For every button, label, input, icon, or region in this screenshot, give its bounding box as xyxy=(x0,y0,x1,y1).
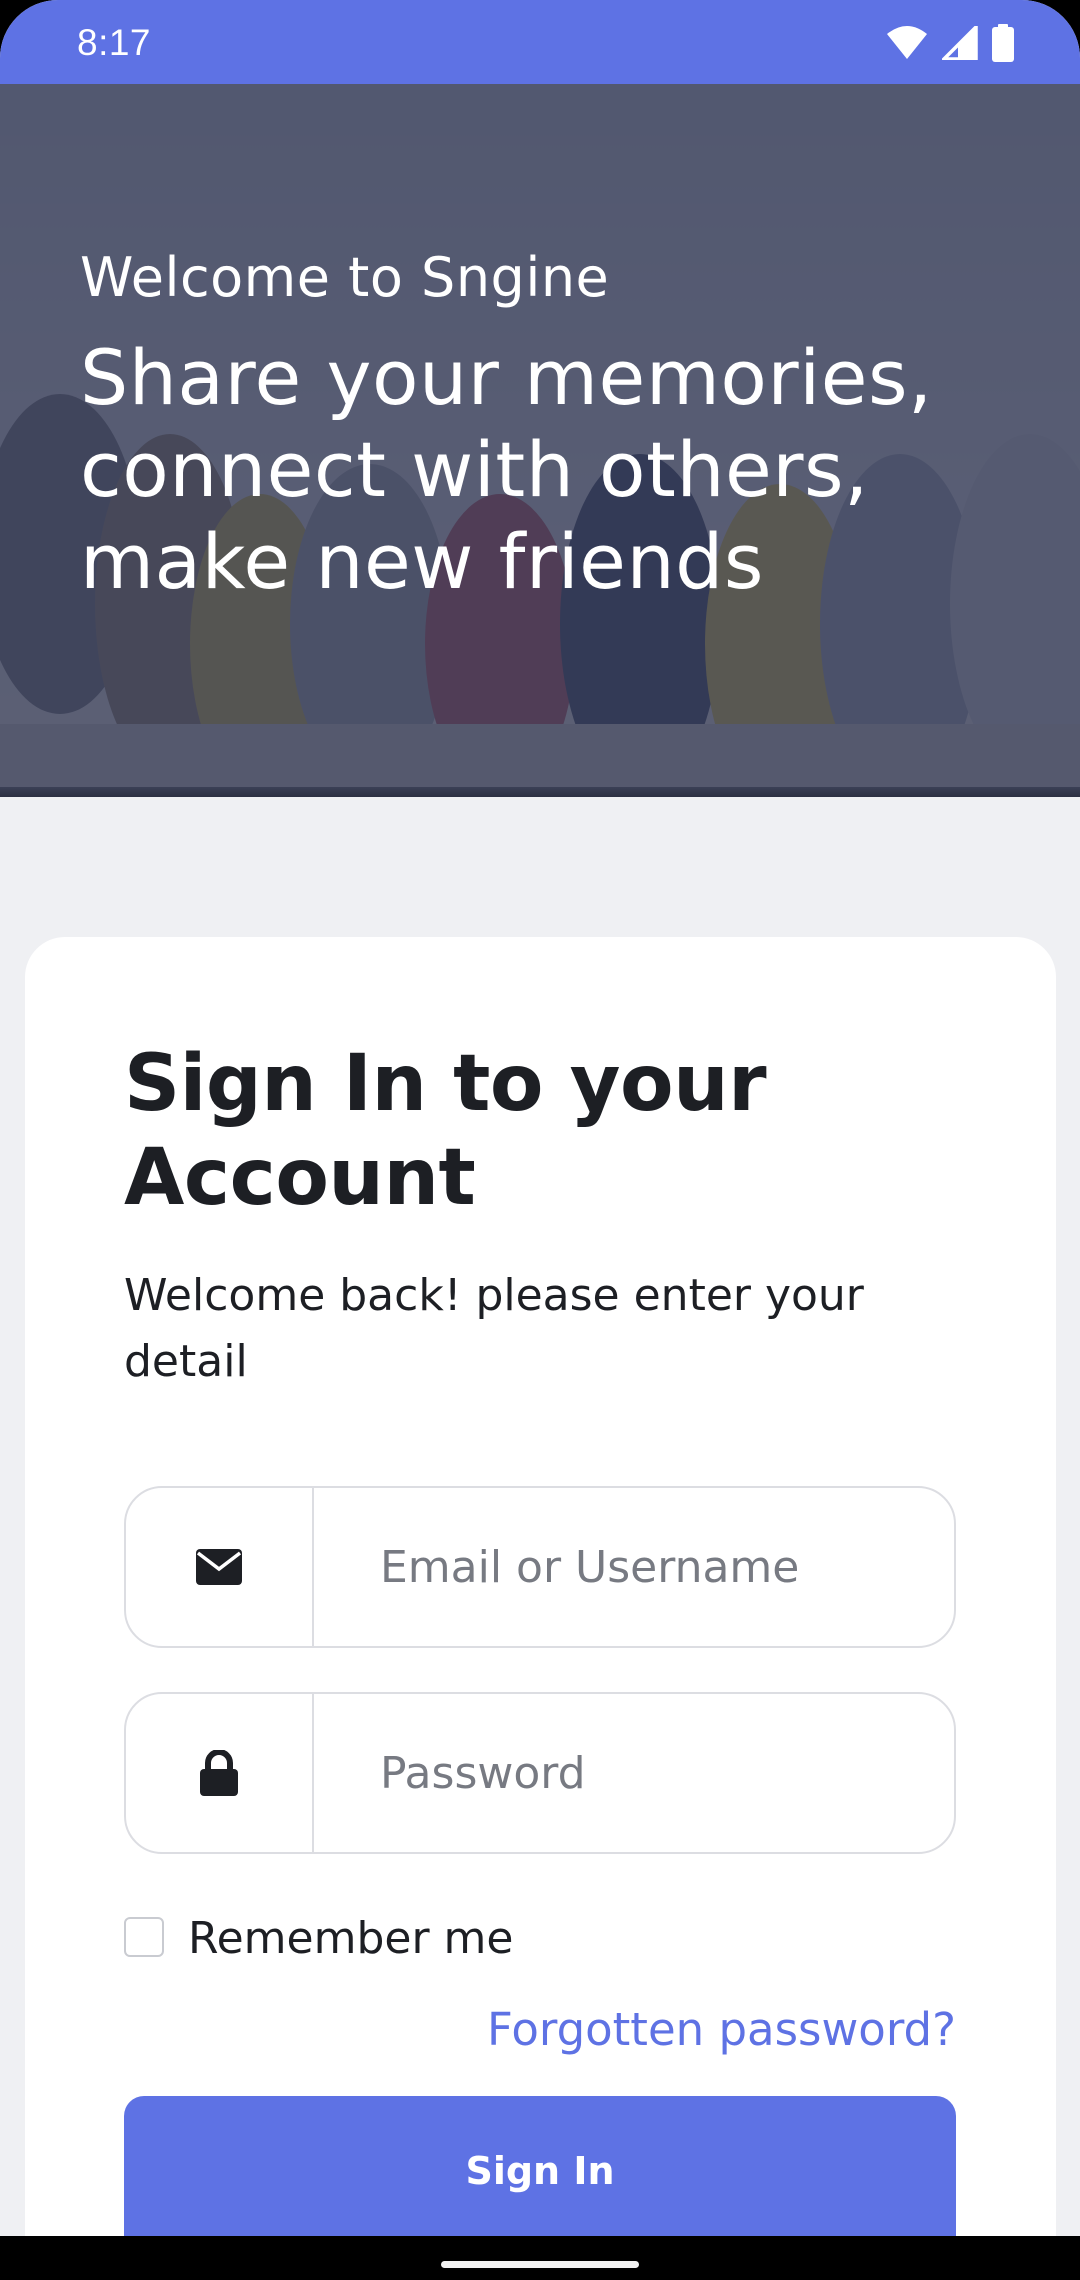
battery-icon xyxy=(992,24,1014,62)
hero-tagline: Share your memories, connect with others… xyxy=(80,333,933,606)
wifi-icon xyxy=(886,26,928,60)
hero-banner: Welcome to Sngine Share your memories, c… xyxy=(0,84,1080,797)
password-input-group xyxy=(124,1692,956,1854)
status-icons xyxy=(886,24,1014,62)
navigation-bar xyxy=(0,2236,1080,2280)
hero-divider xyxy=(0,787,1080,797)
remember-me-checkbox[interactable] xyxy=(124,1916,164,1957)
status-time: 8:17 xyxy=(77,22,152,63)
password-field[interactable] xyxy=(314,1694,954,1852)
remember-me[interactable]: Remember me xyxy=(124,1909,513,1964)
signal-icon xyxy=(942,26,978,60)
login-screen: 8:17 Welcome to Sngine Share your memori… xyxy=(0,0,1080,2236)
status-bar: 8:17 xyxy=(0,0,1080,84)
hero-welcome-text: Welcome to Sngine xyxy=(80,246,610,309)
gesture-handle[interactable] xyxy=(441,2261,639,2268)
email-input-group xyxy=(124,1486,956,1648)
page-subtitle: Welcome back! please enter your detail xyxy=(124,1270,864,1387)
sign-in-button[interactable]: Sign In xyxy=(124,2096,956,2236)
envelope-icon xyxy=(126,1488,314,1646)
signin-card: Sign In to your Account Welcome back! pl… xyxy=(25,937,1056,2236)
email-field[interactable] xyxy=(314,1488,954,1646)
remember-me-label: Remember me xyxy=(188,1913,514,1964)
page-title: Sign In to your Account xyxy=(124,1039,767,1223)
lock-icon xyxy=(126,1694,314,1852)
forgot-password-link[interactable]: Forgotten password? xyxy=(487,2003,956,2056)
